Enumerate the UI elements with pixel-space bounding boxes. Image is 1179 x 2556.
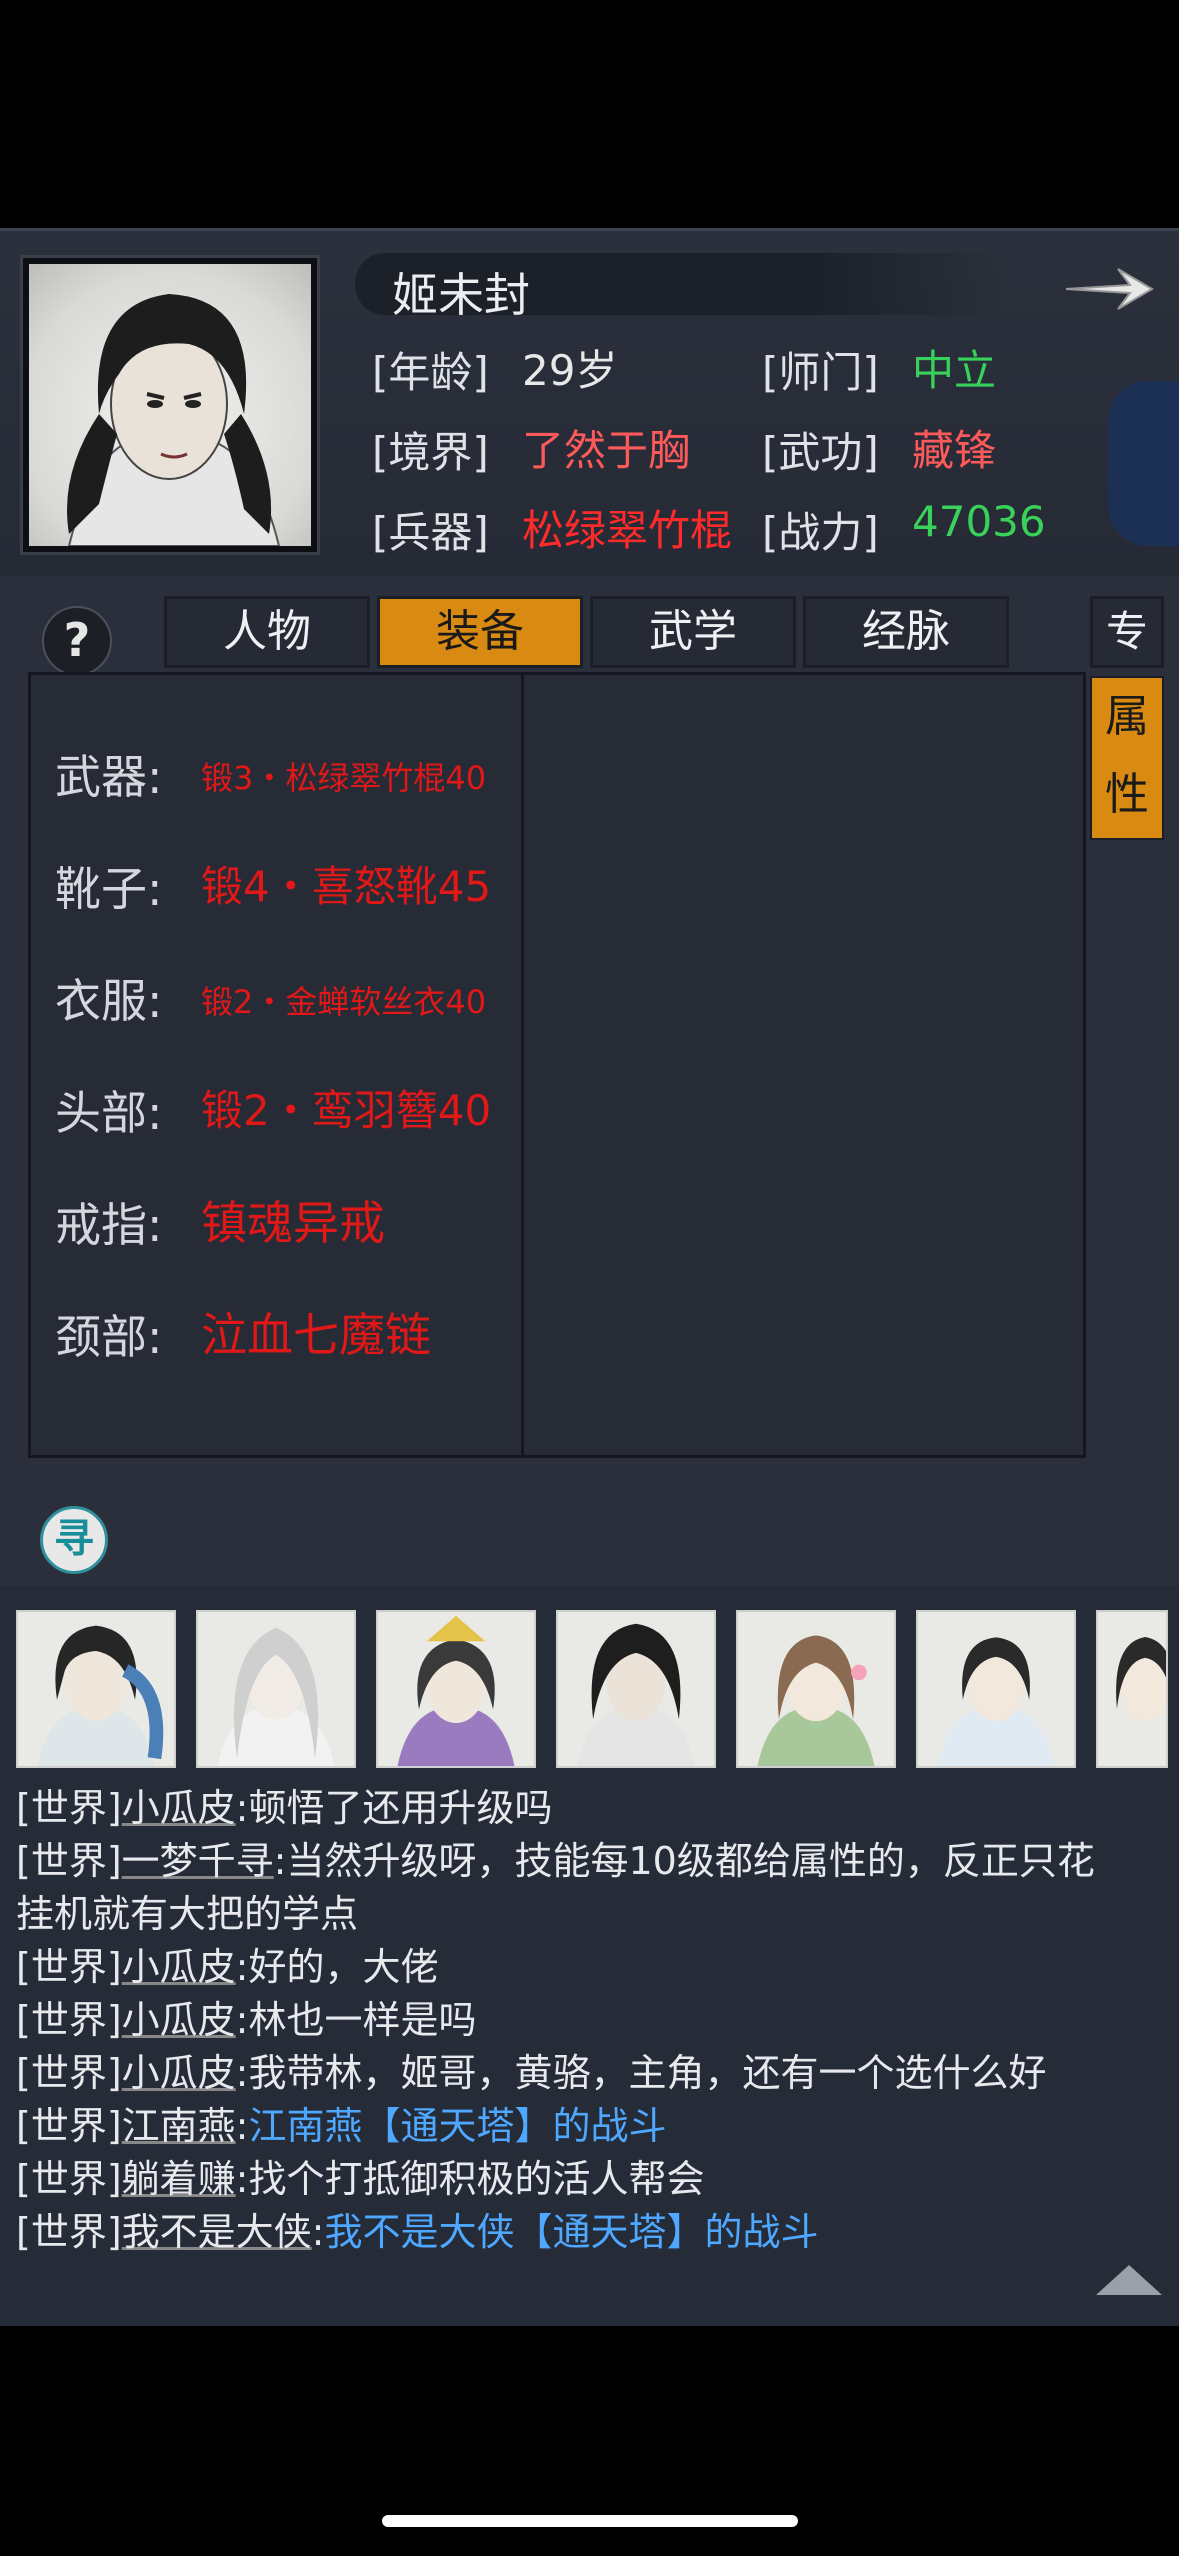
chat-username[interactable]: 小瓜皮 <box>122 1945 236 1989</box>
chat-username[interactable]: 一梦千寻 <box>122 1839 274 1883</box>
slot-label-head: 头部: <box>55 1086 163 1140</box>
chat-channel: [世界] <box>16 1839 122 1883</box>
attr-label-sect: [师门] <box>762 348 879 397</box>
chat-message[interactable]: [世界]小瓜皮:我带林，姬哥，黄骆，主角，还有一个选什么好 <box>16 2047 1046 2099</box>
tab-martial-arts[interactable]: 武学 <box>590 596 796 668</box>
attr-label-power: [战力] <box>762 508 879 557</box>
avatar[interactable] <box>916 1610 1076 1768</box>
chat-text: : <box>235 2104 249 2148</box>
attr-label-weapon: [兵器] <box>372 508 489 557</box>
avatar[interactable] <box>16 1610 176 1768</box>
chat-message[interactable]: 挂机就有大把的学点 <box>16 1888 358 1940</box>
slot-item-head[interactable]: 锻2・鸾羽簪40 <box>201 1077 491 1138</box>
attr-value-sect: 中立 <box>912 346 997 395</box>
equipment-panel: ? 人物 装备 武学 经脉 专 属 性 武器: 锻3・松绿翠竹棍40 靴子: 锻… <box>0 576 1179 1586</box>
chat-username[interactable]: 躺着赚 <box>122 2157 236 2201</box>
slot-item-ring[interactable]: 镇魂异戒 <box>201 1187 385 1253</box>
arrow-right-icon[interactable] <box>1060 259 1160 319</box>
attr-value-weapon: 松绿翠竹棍 <box>522 506 733 555</box>
chat-message[interactable]: [世界]躺着赚:找个打抵御积极的活人帮会 <box>16 2153 704 2205</box>
chat-message[interactable]: [世界]一梦千寻:当然升级呀，技能每10级都给属性的，反正只花 <box>16 1835 1095 1887</box>
attr-value-power: 47036 <box>912 497 1046 546</box>
character-name: 姬未封 <box>392 268 530 322</box>
slot-label-clothes: 衣服: <box>55 974 163 1028</box>
chat-channel: [世界] <box>16 1786 122 1830</box>
attr-value-realm: 了然于胸 <box>522 426 691 475</box>
chat-message[interactable]: [世界]小瓜皮:好的，大佬 <box>16 1941 438 1993</box>
character-card: 姬未封 [年龄] 29岁 [师门] 中立 [境界] 了然于胸 [武功] 藏锋 [兵器] 松绿翠竹棍… <box>0 228 1179 579</box>
slot-label-weapon: 武器: <box>55 750 163 804</box>
side-book-icon[interactable] <box>1108 381 1179 546</box>
chat-link[interactable]: 我不是大侠【通天塔】的战斗 <box>324 2210 818 2254</box>
chat-message[interactable]: [世界]小瓜皮:顿悟了还用升级吗 <box>16 1782 552 1834</box>
home-indicator[interactable] <box>382 2515 798 2527</box>
avatar[interactable] <box>376 1610 536 1768</box>
tab-meridians[interactable]: 经脉 <box>803 596 1009 668</box>
chat-username[interactable]: 小瓜皮 <box>122 1998 236 2042</box>
slot-label-boots: 靴子: <box>55 862 163 916</box>
chat-text: :顿悟了还用升级吗 <box>235 1786 553 1830</box>
scroll-up-icon[interactable] <box>1094 2261 1164 2297</box>
help-icon[interactable]: ? <box>42 606 112 676</box>
avatar[interactable] <box>556 1610 716 1768</box>
chat-text: 挂机就有大把的学点 <box>16 1892 359 1936</box>
slot-label-neck: 颈部: <box>55 1310 163 1364</box>
chat-channel: [世界] <box>16 2157 122 2201</box>
chat-username[interactable]: 小瓜皮 <box>122 2051 236 2095</box>
tab-character[interactable]: 人物 <box>164 596 370 668</box>
chat-username[interactable]: 我不是大侠 <box>122 2210 312 2254</box>
tab-equipment[interactable]: 装备 <box>377 596 583 668</box>
tab-attributes-char-2: 性 <box>1105 769 1149 820</box>
attr-value-martial-art: 藏锋 <box>912 426 997 475</box>
chat-text: :找个打抵御积极的活人帮会 <box>235 2157 705 2201</box>
slot-item-boots[interactable]: 锻4・喜怒靴45 <box>201 853 491 914</box>
chat-channel: [世界] <box>16 1945 122 1989</box>
slot-label-ring: 戒指: <box>55 1198 163 1252</box>
avatar[interactable] <box>736 1610 896 1768</box>
attr-value-age: 29岁 <box>522 346 618 395</box>
attr-label-realm: [境界] <box>372 428 489 477</box>
tab-attributes-char-1: 属 <box>1105 691 1149 742</box>
chat-message[interactable]: [世界]江南燕:江南燕【通天塔】的战斗 <box>16 2100 667 2152</box>
slot-item-weapon[interactable]: 锻3・松绿翠竹棍40 <box>201 753 486 799</box>
divider <box>521 675 524 1455</box>
attr-label-age: [年龄] <box>372 348 489 397</box>
chat-message[interactable]: [世界]我不是大侠:我不是大侠【通天塔】的战斗 <box>16 2206 819 2258</box>
chat-text: :当然升级呀，技能每10级都给属性的，反正只花 <box>273 1839 1095 1883</box>
chat-area: [世界]小瓜皮:顿悟了还用升级吗 [世界]一梦千寻:当然升级呀，技能每10级都给属… <box>0 1586 1179 2326</box>
tab-specialty[interactable]: 专 <box>1090 596 1164 668</box>
tab-attributes[interactable]: 属 性 <box>1090 676 1164 840</box>
chat-message[interactable]: [世界]小瓜皮:林也一样是吗 <box>16 1994 476 2046</box>
character-portrait <box>29 264 311 546</box>
attr-label-martial-art: [武功] <box>762 428 879 477</box>
chat-text: :好的，大佬 <box>235 1945 439 1989</box>
slot-item-clothes[interactable]: 锻2・金蝉软丝衣40 <box>201 977 486 1023</box>
chat-username[interactable]: 江南燕 <box>122 2104 236 2148</box>
portrait-frame[interactable] <box>20 255 320 555</box>
chat-text: :我带林，姬哥，黄骆，主角，还有一个选什么好 <box>235 2051 1047 2095</box>
chat-channel: [世界] <box>16 2051 122 2095</box>
chat-channel: [世界] <box>16 2210 122 2254</box>
chat-text: : <box>311 2210 325 2254</box>
chat-channel: [世界] <box>16 1998 122 2042</box>
chat-text: :林也一样是吗 <box>235 1998 477 2042</box>
avatar[interactable] <box>1096 1610 1168 1768</box>
chat-username[interactable]: 小瓜皮 <box>122 1786 236 1830</box>
equipment-list: 武器: 锻3・松绿翠竹棍40 靴子: 锻4・喜怒靴45 衣服: 锻2・金蝉软丝衣… <box>28 672 1086 1458</box>
slot-item-neck[interactable]: 泣血七魔链 <box>201 1299 431 1365</box>
chat-channel: [世界] <box>16 2104 122 2148</box>
avatar[interactable] <box>196 1610 356 1768</box>
chat-link[interactable]: 江南燕【通天塔】的战斗 <box>248 2104 666 2148</box>
search-icon[interactable]: 寻 <box>40 1506 108 1574</box>
